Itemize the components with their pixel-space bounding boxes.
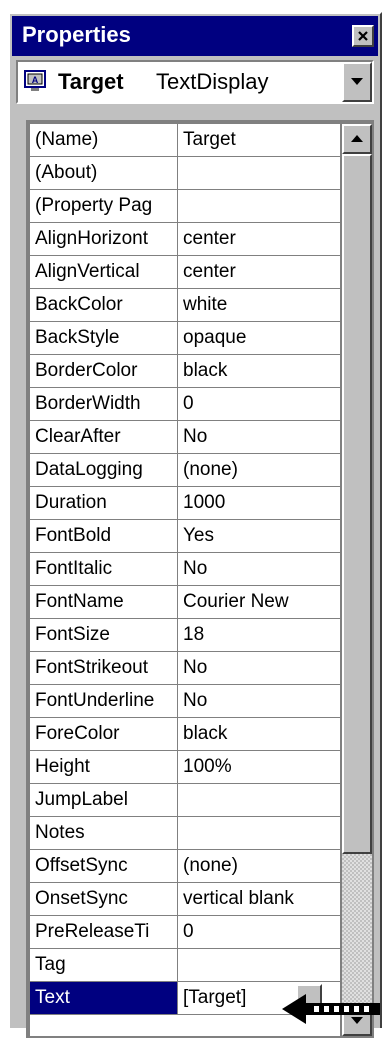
properties-window: Properties A Target TextDisplay (Name) Ta… <box>8 12 382 1038</box>
property-value[interactable]: 0 <box>178 916 340 948</box>
property-name[interactable]: FontBold <box>30 520 178 552</box>
property-value[interactable] <box>178 157 340 189</box>
object-selector[interactable]: A Target TextDisplay <box>16 60 374 104</box>
property-value[interactable]: black <box>178 355 340 387</box>
chevron-down-icon <box>351 78 363 85</box>
property-name[interactable]: BorderColor <box>30 355 178 387</box>
property-value[interactable]: (none) <box>178 454 340 486</box>
property-name[interactable]: FontItalic <box>30 553 178 585</box>
property-name[interactable]: ForeColor <box>30 718 178 750</box>
property-value[interactable]: 0 <box>178 388 340 420</box>
property-row[interactable]: DataLogging (none) <box>30 454 340 487</box>
property-value[interactable]: No <box>178 685 340 717</box>
property-name[interactable]: Duration <box>30 487 178 519</box>
property-name[interactable]: BackStyle <box>30 322 178 354</box>
textdisplay-icon: A <box>24 70 46 91</box>
property-name[interactable]: AlignHorizont <box>30 223 178 255</box>
property-name[interactable]: FontName <box>30 586 178 618</box>
scroll-thumb[interactable] <box>342 154 372 854</box>
property-grid: (Name) Target (About) (Property Pag AlignHor… <box>30 124 340 1036</box>
property-value[interactable]: (none) <box>178 850 340 882</box>
property-row[interactable]: FontUnderline No <box>30 685 340 718</box>
property-name[interactable]: FontStrikeout <box>30 652 178 684</box>
property-value[interactable]: No <box>178 553 340 585</box>
property-name[interactable]: Tag <box>30 949 178 981</box>
property-grid-frame: (Name) Target (About) (Property Pag AlignHor… <box>26 120 374 1038</box>
property-value[interactable]: Yes <box>178 520 340 552</box>
property-name[interactable]: FontSize <box>30 619 178 651</box>
property-row[interactable]: FontBold Yes <box>30 520 340 553</box>
property-row[interactable]: ClearAfter No <box>30 421 340 454</box>
property-name[interactable]: BorderWidth <box>30 388 178 420</box>
property-row[interactable]: OffsetSync (none) <box>30 850 340 883</box>
property-value[interactable] <box>178 817 340 849</box>
property-name[interactable]: BackColor <box>30 289 178 321</box>
property-name[interactable]: PreReleaseTi <box>30 916 178 948</box>
property-row[interactable]: BorderWidth 0 <box>30 388 340 421</box>
svg-text:A: A <box>32 75 39 85</box>
arrow-up-icon <box>351 135 363 142</box>
property-value[interactable]: No <box>178 421 340 453</box>
property-name[interactable]: (About) <box>30 157 178 189</box>
property-row[interactable]: ForeColor black <box>30 718 340 751</box>
property-value[interactable]: 18 <box>178 619 340 651</box>
property-name[interactable]: Height <box>30 751 178 783</box>
property-value[interactable]: Target <box>178 124 340 156</box>
property-row[interactable]: BackStyle opaque <box>30 322 340 355</box>
property-name[interactable]: (Name) <box>30 124 178 156</box>
property-row[interactable]: BackColor white <box>30 289 340 322</box>
property-name[interactable]: ClearAfter <box>30 421 178 453</box>
property-value[interactable]: vertical blank <box>178 883 340 915</box>
title-bar[interactable]: Properties <box>12 16 378 56</box>
property-row[interactable]: Duration 1000 <box>30 487 340 520</box>
property-name[interactable]: Notes <box>30 817 178 849</box>
property-value[interactable] <box>178 784 340 816</box>
property-value[interactable]: center <box>178 256 340 288</box>
property-name[interactable]: AlignVertical <box>30 256 178 288</box>
property-value[interactable]: No <box>178 652 340 684</box>
property-row[interactable]: FontStrikeout No <box>30 652 340 685</box>
property-row[interactable]: PreReleaseTi 0 <box>30 916 340 949</box>
property-row[interactable]: OnsetSync vertical blank <box>30 883 340 916</box>
property-name[interactable]: (Property Pag <box>30 190 178 222</box>
property-row[interactable]: (Property Pag <box>30 190 340 223</box>
property-row[interactable]: FontSize 18 <box>30 619 340 652</box>
property-row[interactable]: FontName Courier New <box>30 586 340 619</box>
property-value[interactable] <box>178 190 340 222</box>
scroll-up-button[interactable] <box>342 124 372 154</box>
property-value[interactable]: center <box>178 223 340 255</box>
property-name[interactable]: FontUnderline <box>30 685 178 717</box>
dropdown-button[interactable] <box>342 62 372 102</box>
property-row[interactable]: (About) <box>30 157 340 190</box>
property-value[interactable]: 100% <box>178 751 340 783</box>
pointer-arrow-icon <box>282 994 380 1024</box>
property-value[interactable]: white <box>178 289 340 321</box>
property-value[interactable]: 1000 <box>178 487 340 519</box>
property-row[interactable]: AlignVertical center <box>30 256 340 289</box>
property-row[interactable]: Height 100% <box>30 751 340 784</box>
property-name[interactable]: JumpLabel <box>30 784 178 816</box>
window-title: Properties <box>22 22 131 47</box>
property-row[interactable]: AlignHorizont center <box>30 223 340 256</box>
vertical-scrollbar[interactable] <box>342 124 372 1036</box>
property-row[interactable]: BorderColor black <box>30 355 340 388</box>
property-value[interactable]: Courier New <box>178 586 340 618</box>
object-name: Target <box>58 69 124 94</box>
property-value[interactable] <box>178 949 340 981</box>
property-name[interactable]: DataLogging <box>30 454 178 486</box>
property-name[interactable]: Text <box>30 982 178 1014</box>
object-type: TextDisplay <box>156 69 269 94</box>
property-name[interactable]: OffsetSync <box>30 850 178 882</box>
property-row[interactable]: Tag <box>30 949 340 982</box>
property-value[interactable]: black <box>178 718 340 750</box>
close-icon <box>358 31 368 41</box>
property-row[interactable]: JumpLabel <box>30 784 340 817</box>
property-value[interactable]: opaque <box>178 322 340 354</box>
property-row[interactable]: (Name) Target <box>30 124 340 157</box>
close-button[interactable] <box>352 25 374 47</box>
property-row[interactable]: FontItalic No <box>30 553 340 586</box>
property-row[interactable]: Notes <box>30 817 340 850</box>
property-name[interactable]: OnsetSync <box>30 883 178 915</box>
